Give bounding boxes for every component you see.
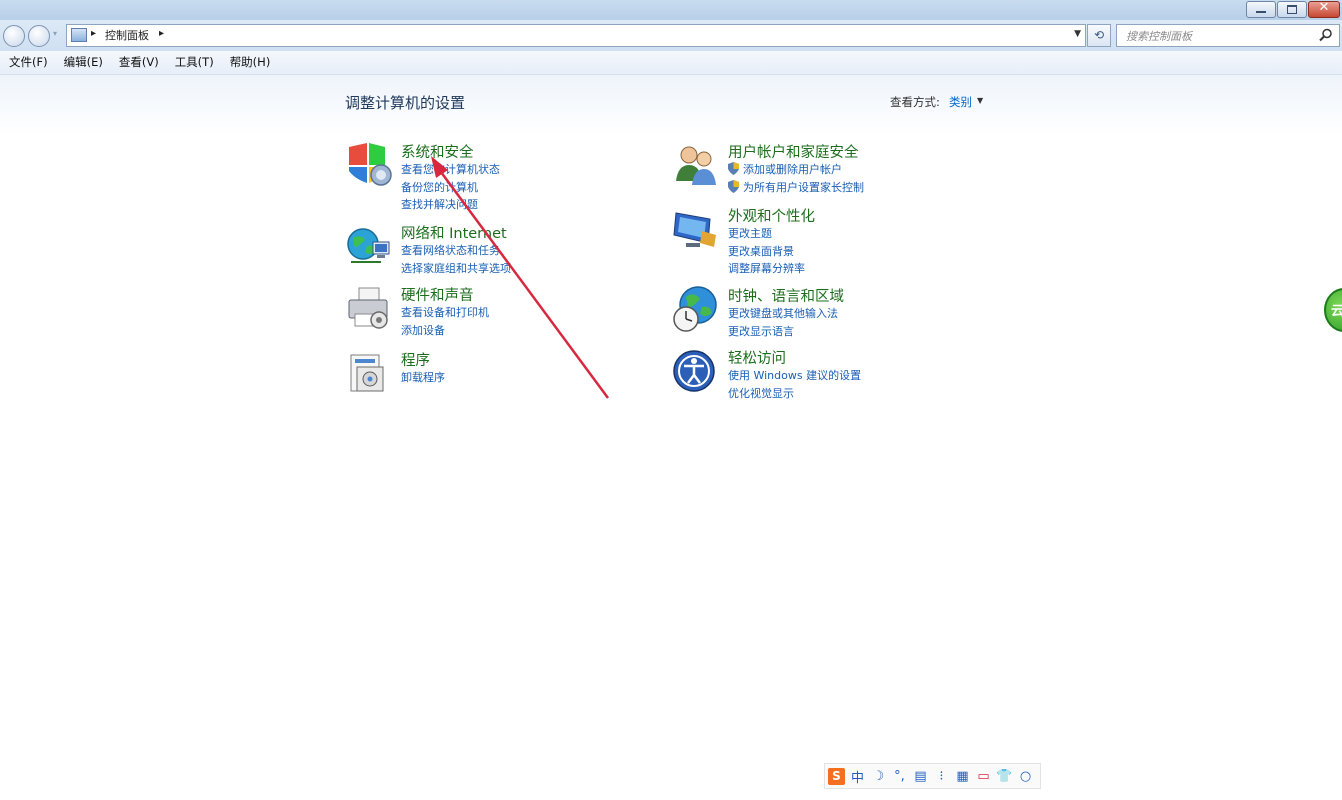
menu-view[interactable]: 查看(V) <box>110 51 166 74</box>
address-bar[interactable]: ▸ 控制面板 ▸ ▼ <box>66 24 1086 47</box>
category-title[interactable]: 用户帐户和家庭安全 <box>728 141 859 162</box>
category-link[interactable]: 更改桌面背景 <box>728 243 794 259</box>
ime-toolbar: S 中 ☽ °, ▤ ⁝ ▦ ▭ 👕 ○ <box>824 763 1041 789</box>
category-system-security: 系统和安全 查看您的计算机状态 备份您的计算机 查找并解决问题 <box>345 141 545 211</box>
category-title[interactable]: 网络和 Internet <box>401 222 507 243</box>
category-link[interactable]: 更改主题 <box>728 225 772 241</box>
shirt-icon[interactable]: 👕 <box>996 768 1013 785</box>
category-clock-region: 时钟、语言和区域 更改键盘或其他输入法 更改显示语言 <box>672 285 872 338</box>
chevron-right-icon[interactable]: ▸ <box>91 28 96 39</box>
page-title: 调整计算机的设置 <box>345 94 466 112</box>
category-link[interactable]: 查看网络状态和任务 <box>401 242 500 258</box>
category-link-label: 为所有用户设置家长控制 <box>743 181 864 194</box>
minimize-icon <box>1256 11 1266 13</box>
search-input[interactable]: 搜索控制面板 <box>1116 24 1340 47</box>
breadcrumb-control-panel[interactable]: 控制面板 <box>105 27 149 43</box>
menu-help[interactable]: 帮助(H) <box>221 51 278 74</box>
circle-icon[interactable]: ○ <box>1017 768 1034 785</box>
control-panel-content: 调整计算机的设置 查看方式: 类别 ▼ 系统和安全 查看您的计算机状态 备份您的… <box>0 75 1342 800</box>
category-link[interactable]: 使用 Windows 建议的设置 <box>728 367 861 383</box>
category-title[interactable]: 时钟、语言和区域 <box>728 285 844 306</box>
category-link[interactable]: 更改显示语言 <box>728 323 794 339</box>
tools-icon[interactable]: ⁝ <box>933 768 950 785</box>
window-controls: ✕ <box>1246 0 1340 18</box>
category-link[interactable]: 优化视觉显示 <box>728 385 794 401</box>
close-icon: ✕ <box>1318 0 1330 15</box>
menu-file[interactable]: 文件(F) <box>0 51 55 74</box>
category-title[interactable]: 外观和个性化 <box>728 205 815 226</box>
category-title[interactable]: 轻松访问 <box>728 347 786 368</box>
category-link[interactable]: 添加或删除用户帐户 <box>728 161 842 177</box>
keyboard-icon[interactable]: ▤ <box>912 768 929 785</box>
category-user-accounts: 用户帐户和家庭安全 添加或删除用户帐户 为所有用户设置家长控制 <box>672 141 902 196</box>
game-icon[interactable]: ▭ <box>975 768 992 785</box>
control-panel-icon <box>71 28 87 42</box>
uac-shield-icon <box>728 162 739 175</box>
recent-pages-icon[interactable]: ▾ <box>53 29 57 38</box>
category-link[interactable]: 查找并解决问题 <box>401 196 478 212</box>
category-title[interactable]: 硬件和声音 <box>401 284 474 305</box>
shield-icon[interactable] <box>345 141 393 189</box>
printer-icon[interactable] <box>345 284 393 332</box>
chevron-right-icon[interactable]: ▸ <box>159 28 164 39</box>
menu-tools[interactable]: 工具(T) <box>166 51 221 74</box>
programs-icon[interactable] <box>345 349 393 397</box>
minimize-button[interactable] <box>1246 1 1276 18</box>
refresh-button[interactable]: ⟲ <box>1087 24 1111 47</box>
category-link[interactable]: 更改键盘或其他输入法 <box>728 305 838 321</box>
view-by-dropdown[interactable]: 类别 <box>949 94 972 110</box>
back-button[interactable] <box>3 25 25 47</box>
category-link[interactable]: 为所有用户设置家长控制 <box>728 179 864 195</box>
search-placeholder: 搜索控制面板 <box>1126 30 1192 43</box>
grid-icon[interactable]: ▦ <box>954 768 971 785</box>
chevron-down-icon[interactable]: ▼ <box>1074 29 1081 39</box>
category-link-label: 添加或删除用户帐户 <box>743 163 842 176</box>
assistant-icon: 云 <box>1331 304 1342 319</box>
search-icon[interactable] <box>1319 28 1333 42</box>
navigation-bar: ▾ ▸ 控制面板 ▸ ▼ ⟲ 搜索控制面板 <box>0 20 1342 51</box>
view-by-label: 查看方式: <box>890 95 940 109</box>
category-programs: 程序 卸载程序 <box>345 349 545 399</box>
category-network-internet: 网络和 Internet 查看网络状态和任务 选择家庭组和共享选项 <box>345 222 545 275</box>
ime-logo-icon[interactable]: S <box>828 767 845 785</box>
category-link[interactable]: 查看您的计算机状态 <box>401 161 500 177</box>
punctuation-icon[interactable]: °, <box>891 768 908 785</box>
category-appearance: 外观和个性化 更改主题 更改桌面背景 调整屏幕分辨率 <box>672 205 872 275</box>
category-hardware-sound: 硬件和声音 查看设备和打印机 添加设备 <box>345 284 545 337</box>
moon-icon[interactable]: ☽ <box>870 768 887 785</box>
category-link[interactable]: 卸载程序 <box>401 369 445 385</box>
refresh-icon: ⟲ <box>1093 28 1105 42</box>
network-globe-icon[interactable] <box>345 222 393 270</box>
category-link[interactable]: 添加设备 <box>401 322 445 338</box>
ease-of-access-icon[interactable] <box>672 347 720 395</box>
users-icon[interactable] <box>672 141 720 189</box>
uac-shield-icon <box>728 180 739 193</box>
appearance-monitor-icon[interactable] <box>672 205 720 253</box>
menu-edit[interactable]: 编辑(E) <box>55 51 110 74</box>
category-title[interactable]: 程序 <box>401 349 430 370</box>
clock-globe-icon[interactable] <box>672 285 720 333</box>
maximize-icon <box>1287 5 1297 14</box>
category-link[interactable]: 调整屏幕分辨率 <box>728 260 805 276</box>
ime-mode-toggle[interactable]: 中 <box>849 768 866 786</box>
menu-bar: 文件(F) 编辑(E) 查看(V) 工具(T) 帮助(H) <box>0 51 1342 75</box>
category-link[interactable]: 备份您的计算机 <box>401 179 478 195</box>
category-link[interactable]: 选择家庭组和共享选项 <box>401 260 511 276</box>
title-bar: ✕ <box>0 0 1342 20</box>
forward-button[interactable] <box>28 25 50 47</box>
category-ease-of-access: 轻松访问 使用 Windows 建议的设置 优化视觉显示 <box>672 347 892 400</box>
close-button[interactable]: ✕ <box>1308 0 1340 18</box>
maximize-button[interactable] <box>1277 1 1307 18</box>
category-title[interactable]: 系统和安全 <box>401 141 474 162</box>
chevron-down-icon[interactable]: ▼ <box>977 96 983 105</box>
category-link[interactable]: 查看设备和打印机 <box>401 304 489 320</box>
